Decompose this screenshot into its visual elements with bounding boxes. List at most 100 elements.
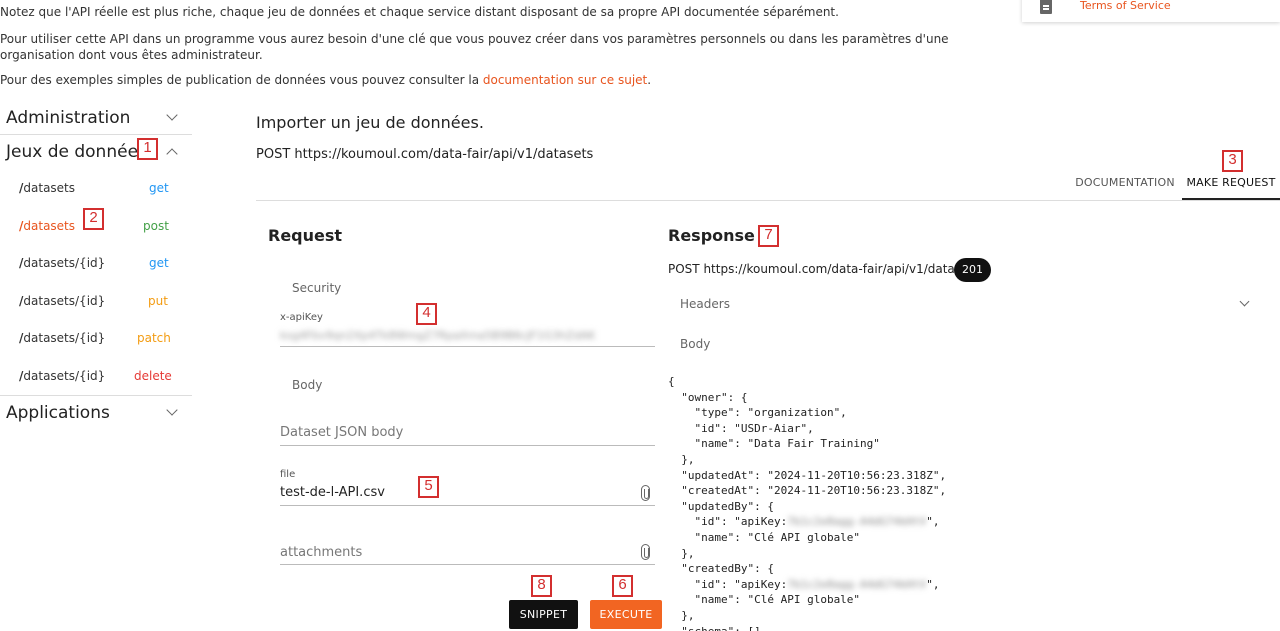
tab-documentation[interactable]: DOCUMENTATION (1070, 166, 1180, 200)
json-body-input[interactable]: Dataset JSON body (280, 425, 403, 440)
endpoint-item[interactable]: /datasets/{id} delete (0, 358, 192, 396)
json-line-text: "updatedBy": { (668, 499, 774, 513)
document-icon (1040, 0, 1052, 14)
endpoint-item[interactable]: /datasets/{id} put (0, 283, 192, 321)
snippet-button[interactable]: SNIPPET (509, 600, 578, 629)
endpoint-item[interactable]: /datasets/{id} patch (0, 320, 192, 358)
paperclip-icon[interactable] (641, 544, 650, 560)
sidebar-group-applications[interactable]: Applications (0, 399, 192, 427)
json-line-text: }, (668, 452, 695, 466)
endpoint-path-text: datasets/{id} (23, 256, 106, 270)
security-label: Security (292, 281, 342, 295)
api-sidebar: Administration Jeux de données /datasets… (0, 104, 192, 427)
json-line: "updatedBy": { (668, 499, 946, 515)
execute-button[interactable]: EXECUTE (590, 600, 662, 629)
endpoint-path: /datasets/{id} (19, 320, 105, 358)
request-title: Request (268, 226, 343, 245)
headers-label[interactable]: Headers (680, 297, 730, 311)
endpoint-path: /datasets/{id} (19, 358, 105, 396)
annotation-badge: 3 (1222, 150, 1243, 172)
tabs-divider (256, 200, 1280, 201)
annotation-badge: 4 (416, 303, 437, 325)
status-badge: 201 (954, 258, 991, 282)
documentation-link[interactable]: documentation sur ce sujet (483, 73, 647, 87)
json-line: "name": "Clé API globale" (668, 592, 946, 608)
divider (0, 134, 192, 135)
intro-line-3-suffix: . (647, 73, 652, 87)
json-line: "createdAt": "2024-11-20T10:56:23.318Z", (668, 483, 946, 499)
response-body-label: Body (680, 337, 711, 351)
json-line: "name": "Clé API globale" (668, 530, 946, 546)
json-line: "schema": [], (668, 624, 946, 631)
intro-line-3: Pour des exemples simples de publication… (0, 72, 990, 88)
chevron-down-icon[interactable] (1239, 296, 1250, 307)
intro-line-2: Pour utiliser cette API dans un programm… (0, 32, 949, 62)
json-line-text: "schema": [], (668, 624, 768, 631)
chevron-down-icon (166, 109, 178, 121)
endpoint-path: /datasets (19, 208, 75, 246)
json-line: "id": "USDr-Aiar", (668, 421, 946, 437)
json-line: "createdBy": { (668, 561, 946, 577)
response-endpoint: POST https://koumoul.com/data-fair/api/v… (668, 262, 980, 276)
json-line-text: "id": "USDr-Aiar", (668, 421, 814, 435)
apikey-input[interactable]: ksg4Fbv9qn2Xp4Tk8WmgZ7RpaXma5B9B6cJF1G3h… (280, 329, 650, 342)
json-line: }, (668, 608, 946, 624)
redacted-key: 7b1c2e8agg-A4dG74kHtV (787, 515, 927, 529)
endpoint-method: post (143, 218, 169, 233)
sidebar-group-administration[interactable]: Administration (0, 104, 192, 132)
json-line-text: }, (668, 546, 695, 560)
endpoint-method: patch (137, 331, 171, 345)
json-line-text: "type": "organization", (668, 406, 847, 420)
response-title: Response (668, 226, 755, 245)
annotation-badge: 7 (758, 225, 779, 247)
paperclip-icon[interactable] (641, 485, 650, 501)
json-line: "id": "apiKey:7b1c2e8agg-A4dG74kHtV", (668, 514, 946, 530)
file-input[interactable]: test-de-l-API.csv (280, 485, 385, 500)
json-line-text: "owner": { (668, 390, 748, 404)
file-underline (280, 505, 655, 506)
intro-line-3-text: Pour des exemples simples de publication… (0, 73, 483, 87)
page-title: Importer un jeu de données. (256, 113, 484, 132)
endpoint-item[interactable]: /datasets get (0, 170, 192, 208)
endpoint-list: /datasets get/datasets post/datasets/{id} g… (0, 170, 192, 395)
json-line: "id": "apiKey:7b1c2e8agg-A4dG74kHtV", (668, 577, 946, 593)
sidebar-group-jeux-de-donnees[interactable]: Jeux de données (0, 138, 192, 166)
annotation-badge: 8 (531, 575, 552, 597)
endpoint-path: /datasets (19, 170, 75, 208)
endpoint-method: put (148, 293, 168, 308)
attachments-input[interactable]: attachments (280, 545, 362, 560)
json-line-text: "updatedAt": "2024-11-20T10:56:23.318Z", (668, 468, 947, 482)
chevron-down-icon (166, 404, 178, 416)
endpoint-method: get (149, 256, 169, 270)
json-line: }, (668, 452, 946, 468)
terms-of-service-card[interactable]: Terms of Service (1022, 0, 1280, 22)
json-line-text: { (668, 375, 675, 388)
json-line-suffix: ", (926, 577, 940, 591)
terms-of-service-link[interactable]: Terms of Service (1080, 0, 1171, 12)
endpoint-url: POST https://koumoul.com/data-fair/api/v… (256, 147, 594, 162)
endpoint-path: /datasets/{id} (19, 245, 105, 283)
attachments-underline (280, 564, 655, 565)
intro-line-1: Notez que l'API réelle est plus riche, c… (0, 5, 839, 19)
json-line-text: "createdBy": { (668, 562, 774, 576)
apikey-underline (280, 346, 655, 347)
endpoint-method: delete (134, 368, 172, 383)
json-line-suffix: ", (926, 515, 940, 529)
endpoint-item[interactable]: /datasets/{id} get (0, 245, 192, 283)
json-line-text: "createdAt": "2024-11-20T10:56:23.318Z", (668, 484, 947, 498)
endpoint-path-text: datasets/{id} (23, 368, 106, 383)
redacted-key: 7b1c2e8agg-A4dG74kHtV (787, 577, 927, 591)
json-line-text: "id": "apiKey: (668, 515, 788, 529)
json-line-text: "name": "Data Fair Training" (668, 437, 880, 451)
apikey-label: x-apiKey (280, 312, 323, 323)
json-line-text: "name": "Clé API globale" (668, 593, 861, 607)
json-line: "owner": { (668, 390, 946, 406)
sidebar-group-label: Jeux de données (6, 142, 147, 162)
response-json: { "owner": { "type": "organization", "id… (668, 374, 946, 631)
json-line: }, (668, 546, 946, 562)
json-line: "name": "Data Fair Training" (668, 436, 946, 452)
json-body-underline (280, 445, 655, 446)
endpoint-path-text: datasets (23, 218, 76, 233)
json-line: "updatedAt": "2024-11-20T10:56:23.318Z", (668, 468, 946, 484)
json-line: { (668, 374, 946, 390)
